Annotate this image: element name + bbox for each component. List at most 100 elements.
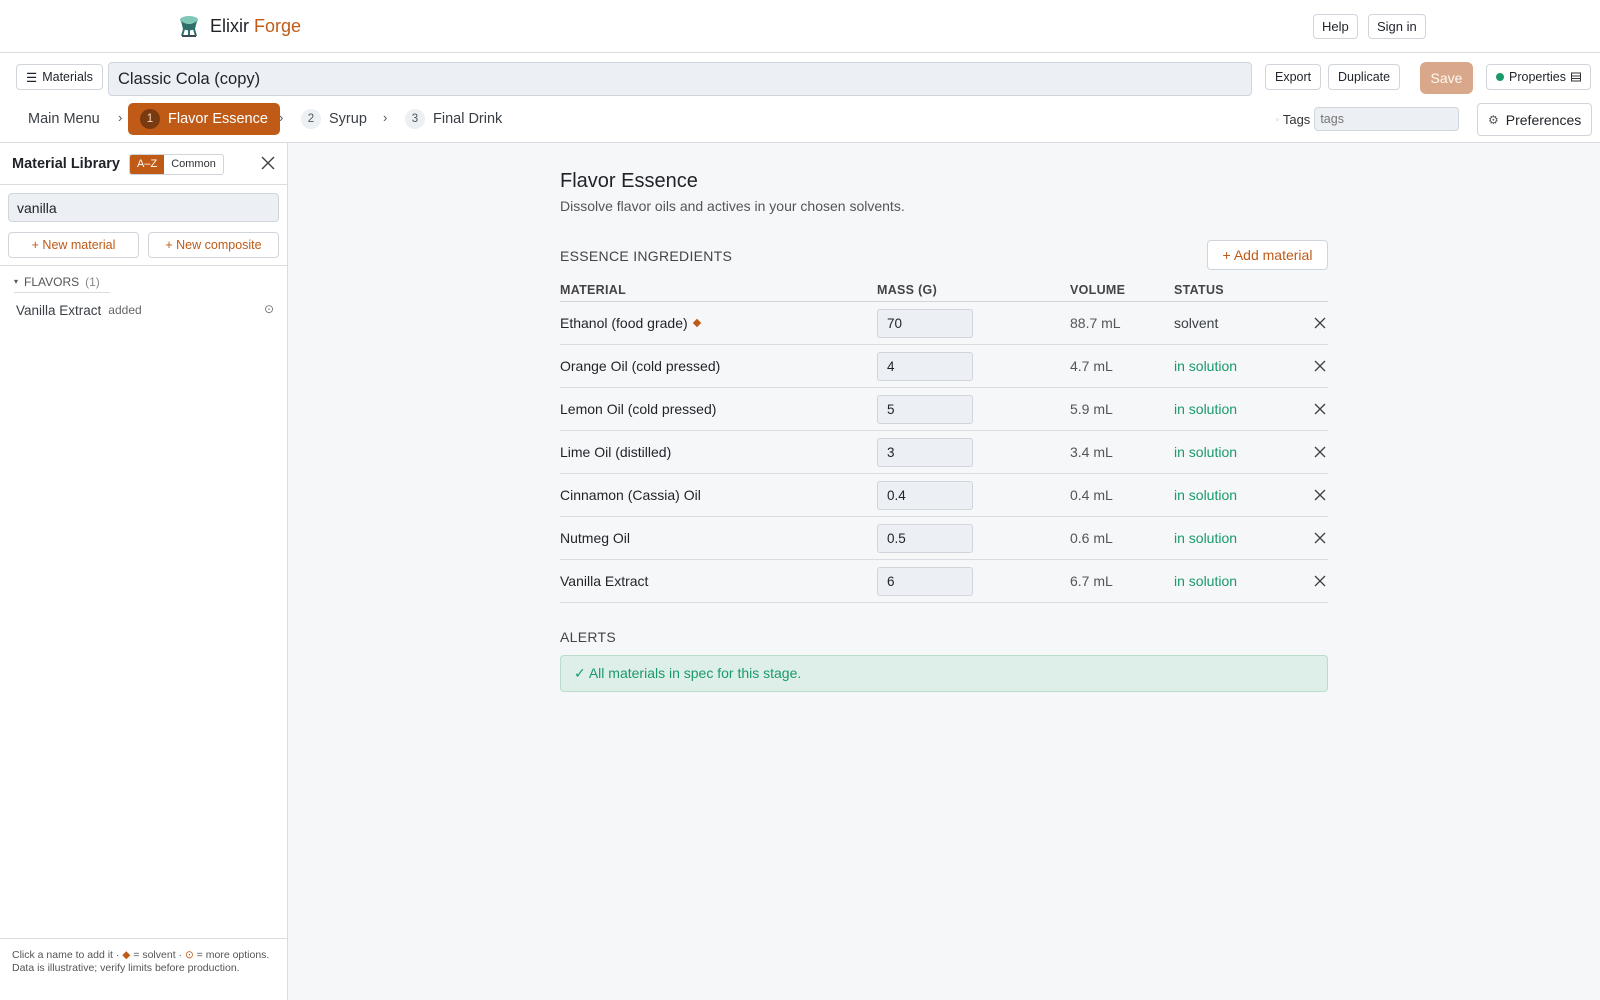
remove-icon[interactable] — [1313, 445, 1327, 459]
library-item[interactable]: Vanilla Extract added ⊙ — [16, 300, 274, 320]
caret-down-icon: ▾ — [14, 277, 19, 286]
table-row: Cinnamon (Cassia) Oil 0.4 mL in solution — [560, 474, 1328, 517]
export-button[interactable]: Export — [1265, 64, 1322, 90]
remove-icon[interactable] — [1313, 316, 1327, 330]
tags-field: ◦ Tags — [1276, 107, 1460, 131]
library-footnote: Click a name to add it · ◆ = solvent · ⊙… — [0, 938, 288, 1000]
status-dot-icon — [1496, 73, 1504, 81]
mass-input[interactable] — [877, 567, 973, 596]
mass-input[interactable] — [877, 395, 973, 424]
new-material-button[interactable]: + New material — [8, 232, 139, 258]
preferences-button[interactable]: ⚙ Preferences — [1477, 103, 1593, 136]
volume-value: 0.6 mL — [1070, 530, 1113, 546]
material-name: Lime Oil (distilled) — [560, 444, 671, 460]
remove-icon[interactable] — [1313, 488, 1327, 502]
volume-value: 88.7 mL — [1070, 315, 1121, 331]
group-flavors-toggle[interactable]: ▾ FLAVORS (1) — [14, 271, 110, 293]
status-value: in solution — [1174, 444, 1238, 460]
table-row: Lime Oil (distilled) 3.4 mL in solution — [560, 431, 1328, 474]
chevron-right-icon: › — [383, 110, 388, 125]
recipe-title-input[interactable] — [108, 62, 1252, 96]
sort-toggle: A–Z Common — [129, 153, 224, 175]
close-icon[interactable] — [260, 155, 276, 171]
status-value: in solution — [1174, 530, 1238, 546]
material-name: Cinnamon (Cassia) Oil — [560, 487, 701, 503]
properties-button[interactable]: Properties — [1486, 64, 1591, 90]
group-label: FLAVORS — [24, 274, 80, 289]
material-name: Orange Oil (cold pressed) — [560, 358, 720, 374]
add-material-button[interactable]: + Add material — [1207, 240, 1328, 270]
material-name: Vanilla Extract — [560, 573, 648, 589]
solvent-diamond-icon — [692, 318, 701, 328]
panel-icon — [1570, 72, 1581, 82]
chevron-right-icon: › — [118, 110, 123, 125]
library-item-name: Vanilla Extract — [16, 302, 102, 318]
tags-label: Tags — [1282, 111, 1311, 127]
added-tag: added — [108, 303, 142, 317]
table-row: Nutmeg Oil 0.6 mL in solution — [560, 517, 1328, 560]
column-header-volume: VOLUME — [1070, 283, 1126, 297]
remove-icon[interactable] — [1313, 402, 1327, 416]
step-final-drink[interactable]: 3 Final Drink — [393, 103, 514, 135]
status-value: in solution — [1174, 487, 1238, 503]
step-syrup[interactable]: 2 Syrup — [289, 103, 379, 135]
status-value: in solution — [1174, 401, 1238, 417]
options-circle-icon: ⊙ — [184, 949, 194, 961]
sort-common-button[interactable]: Common — [164, 155, 223, 174]
save-button[interactable]: Save — [1420, 62, 1473, 94]
step-number: 1 — [140, 109, 160, 129]
column-header-status: STATUS — [1174, 283, 1224, 297]
material-name-text: Ethanol (food grade) — [560, 315, 688, 331]
mass-input[interactable] — [877, 524, 973, 553]
mass-input[interactable] — [877, 309, 973, 338]
table-row: Orange Oil (cold pressed) 4.7 mL in soluti… — [560, 345, 1328, 388]
volume-value: 5.9 mL — [1070, 401, 1113, 417]
table-row: Lemon Oil (cold pressed) 5.9 mL in solutio… — [560, 388, 1328, 431]
chevron-right-icon: › — [279, 110, 284, 125]
mass-input[interactable] — [877, 481, 973, 510]
material-library-panel: Material Library A–Z Common + New materi… — [0, 143, 288, 1000]
page-title: Flavor Essence — [560, 170, 698, 192]
step-label: Syrup — [329, 111, 367, 127]
mass-input[interactable] — [877, 438, 973, 467]
table-row: Ethanol (food grade) 88.7 mL solvent — [560, 302, 1328, 345]
sign-in-button[interactable]: Sign in — [1368, 14, 1426, 39]
main-menu-link[interactable]: Main Menu — [28, 103, 100, 135]
material-name: Lemon Oil (cold pressed) — [560, 401, 716, 417]
help-button[interactable]: Help — [1313, 14, 1358, 39]
step-label: Flavor Essence — [168, 111, 268, 127]
remove-icon[interactable] — [1313, 531, 1327, 545]
tags-input[interactable] — [1314, 107, 1460, 131]
new-composite-button[interactable]: + New composite — [148, 232, 279, 258]
mass-input[interactable] — [877, 352, 973, 381]
more-options-icon[interactable]: ⊙ — [264, 302, 274, 316]
sort-az-button[interactable]: A–Z — [130, 154, 165, 174]
material-name-text: Lemon Oil (cold pressed) — [560, 401, 717, 417]
library-search-input[interactable] — [8, 193, 279, 222]
volume-value: 6.7 mL — [1070, 573, 1113, 589]
remove-icon[interactable] — [1313, 359, 1327, 373]
app-logo[interactable]: Elixir Forge — [178, 14, 301, 38]
column-header-mass: MASS (G) — [877, 283, 938, 297]
step-flavor-essence[interactable]: 1 Flavor Essence — [128, 103, 280, 135]
status-value: in solution — [1174, 358, 1238, 374]
tag-icon: ◦ — [1276, 114, 1279, 124]
status-value: in solution — [1174, 573, 1238, 589]
material-name-text: Vanilla Extract — [560, 573, 649, 589]
volume-value: 0.4 mL — [1070, 487, 1113, 503]
section-heading: ESSENCE INGREDIENTS — [560, 248, 733, 264]
flask-logo-icon — [180, 16, 198, 37]
duplicate-button[interactable]: Duplicate — [1328, 64, 1401, 90]
remove-icon[interactable] — [1313, 574, 1327, 588]
materials-label: Materials — [42, 70, 93, 84]
gear-icon: ⚙ — [1488, 112, 1499, 127]
top-header: Elixir Forge Help Sign in — [0, 0, 1600, 53]
alerts-heading: ALERTS — [560, 629, 617, 645]
document-toolbar: ☰ Materials Export Duplicate Save Proper… — [0, 53, 1600, 143]
step-number: 3 — [405, 109, 425, 129]
page-subtitle: Dissolve flavor oils and actives in your… — [560, 198, 905, 214]
library-title: Material Library — [12, 156, 120, 172]
table-row: Vanilla Extract 6.7 mL in solution — [560, 560, 1328, 603]
library-header: Material Library A–Z Common — [12, 153, 276, 175]
materials-button[interactable]: ☰ Materials — [16, 64, 103, 90]
